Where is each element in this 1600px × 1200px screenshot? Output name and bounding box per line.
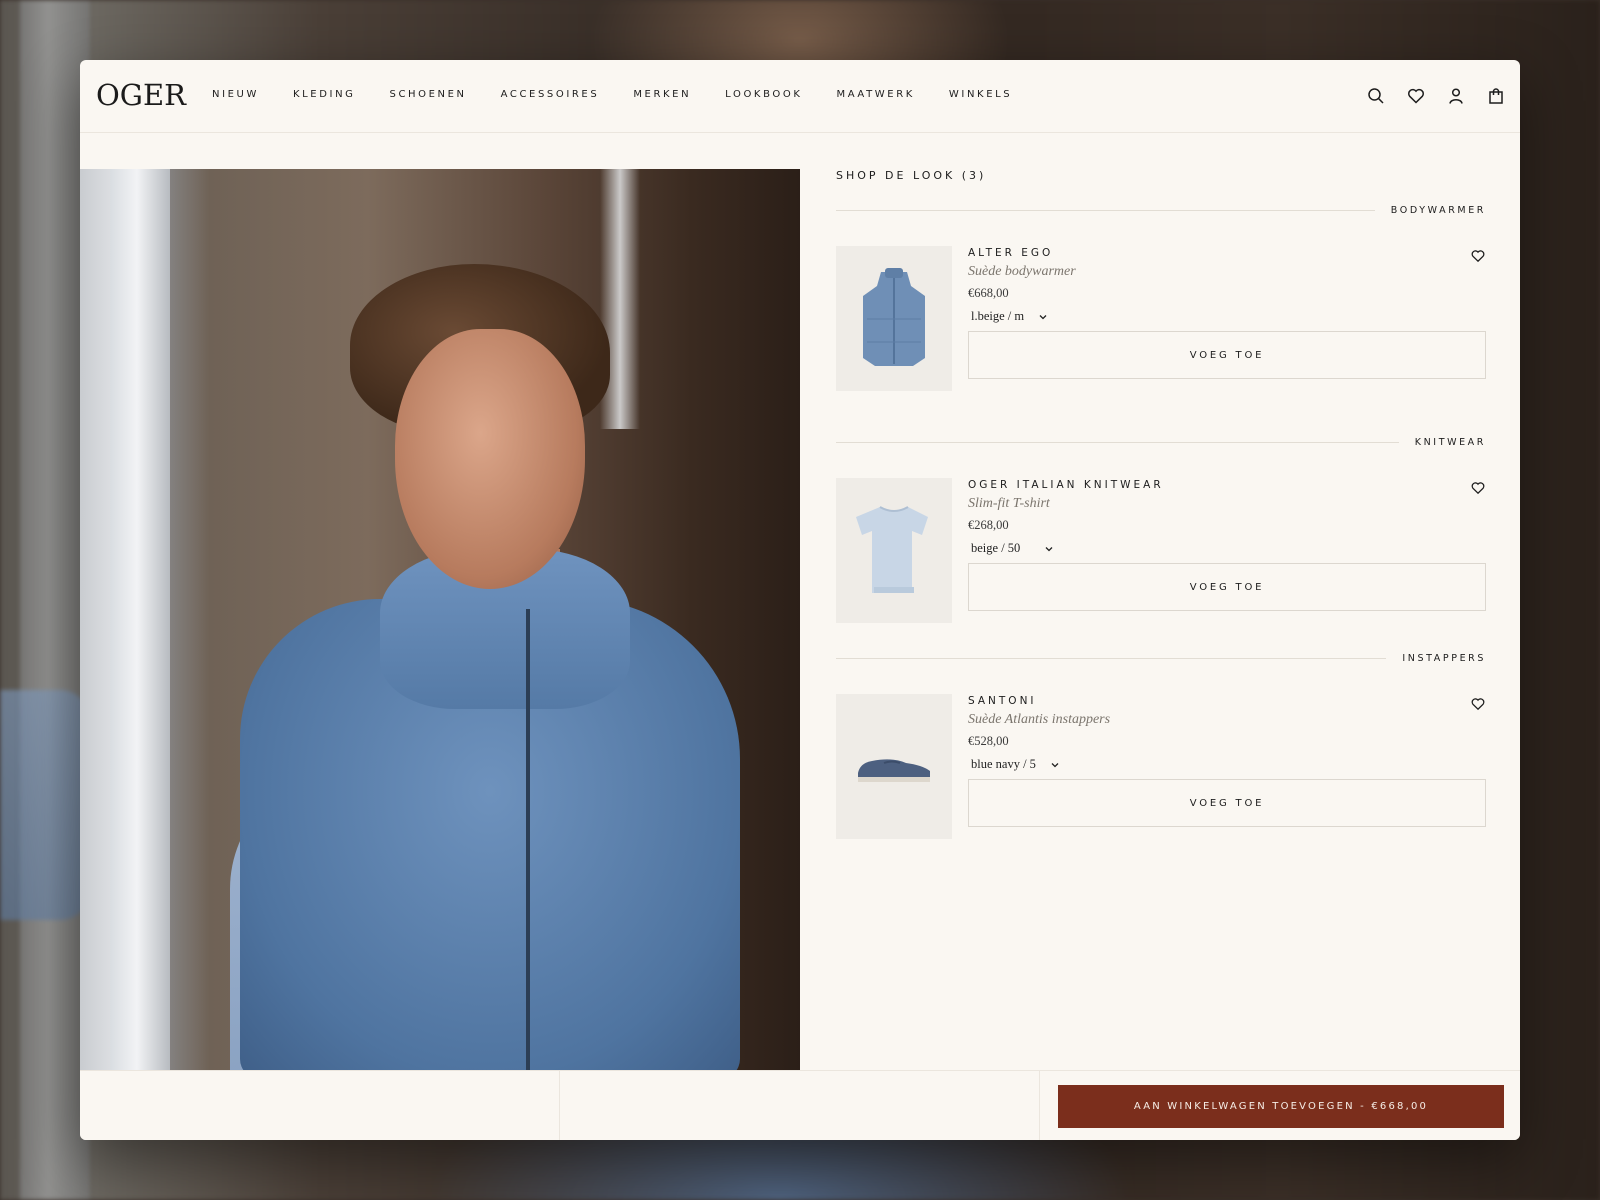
wishlist-heart-icon[interactable] <box>1470 248 1486 264</box>
section-header: BODYWARMER <box>836 204 1486 216</box>
product-name[interactable]: Suède Atlantis instappers <box>968 712 1486 728</box>
product-thumbnail[interactable] <box>836 478 952 623</box>
background-arm <box>0 690 90 920</box>
photo-zip <box>526 609 530 1070</box>
product-thumbnail[interactable] <box>836 694 952 839</box>
product-brand[interactable]: OGER ITALIAN KNITWEAR <box>968 478 1486 492</box>
photo-face <box>395 329 585 589</box>
nav-item-merken[interactable]: MERKEN <box>633 89 691 100</box>
lookbook-photo <box>80 169 800 1070</box>
nav-item-winkels[interactable]: WINKELS <box>949 89 1012 100</box>
divider <box>836 441 1399 443</box>
bodywarmer-image <box>863 267 925 366</box>
main-nav: NIEUW KLEDING SCHOENEN ACCESSOIRES MERKE… <box>212 89 1046 100</box>
bag-icon[interactable] <box>1486 86 1506 106</box>
wishlist-heart-icon[interactable] <box>1470 480 1486 496</box>
product-brand[interactable]: SANTONI <box>968 694 1486 708</box>
variant-select[interactable]: blue navy / 5 <box>968 757 1060 772</box>
product-name[interactable]: Suède bodywarmer <box>968 264 1486 280</box>
footer-divider <box>1039 1071 1040 1140</box>
product-brand[interactable]: ALTER EGO <box>968 246 1486 260</box>
user-icon[interactable] <box>1446 86 1466 106</box>
section-header: KNITWEAR <box>836 436 1486 448</box>
product-card: SANTONI Suède Atlantis instappers €528,0… <box>836 694 1486 840</box>
nav-item-accessoires[interactable]: ACCESSOIRES <box>501 89 600 100</box>
variant-value: l.beige / m <box>971 309 1025 323</box>
product-name[interactable]: Slim-fit T-shirt <box>968 496 1486 512</box>
heart-icon[interactable] <box>1406 86 1426 106</box>
variant-select[interactable]: l.beige / m <box>968 309 1048 324</box>
chevron-down-icon <box>1039 314 1047 319</box>
product-price: €528,00 <box>968 734 1009 748</box>
variant-value: beige / 50 <box>971 541 1021 555</box>
add-to-cart-button[interactable]: VOEG TOE <box>968 779 1486 827</box>
chevron-down-icon <box>1051 762 1059 767</box>
product-thumbnail[interactable] <box>836 246 952 391</box>
loafer-image <box>858 758 930 782</box>
nav-item-nieuw[interactable]: NIEUW <box>212 89 259 100</box>
nav-item-schoenen[interactable]: SCHOENEN <box>390 89 467 100</box>
section-header: INSTAPPERS <box>836 652 1486 664</box>
nav-item-lookbook[interactable]: LOOKBOOK <box>725 89 802 100</box>
product-card: ALTER EGO Suède bodywarmer €668,00 l.bei… <box>836 246 1486 392</box>
section-bodywarmer: BODYWARMER ALTER EGO Suède bodywarmer €6… <box>836 204 1486 392</box>
add-all-to-cart-button[interactable]: AAN WINKELWAGEN TOEVOEGEN - €668,00 <box>1058 1085 1504 1128</box>
product-info: SANTONI Suède Atlantis instappers €528,0… <box>968 694 1486 827</box>
add-to-cart-button[interactable]: VOEG TOE <box>968 331 1486 379</box>
footer-divider <box>559 1071 560 1140</box>
section-category: INSTAPPERS <box>1402 652 1486 664</box>
nav-item-maatwerk[interactable]: MAATWERK <box>836 89 914 100</box>
section-knitwear: KNITWEAR OGER ITALIAN KNITWEAR Slim-fit … <box>836 436 1486 624</box>
shop-the-look-panel: SHOP DE LOOK (3) BODYWARMER ALTER EGO Su… <box>836 169 1486 840</box>
tshirt-image <box>856 505 928 593</box>
product-info: ALTER EGO Suède bodywarmer €668,00 l.bei… <box>968 246 1486 379</box>
divider <box>836 209 1375 211</box>
chevron-down-icon <box>1045 546 1053 551</box>
logo[interactable]: OGER <box>96 78 186 112</box>
section-instappers: INSTAPPERS SANTONI Suède Atlantis instap… <box>836 652 1486 840</box>
variant-value: blue navy / 5 <box>971 757 1036 771</box>
add-to-cart-button[interactable]: VOEG TOE <box>968 563 1486 611</box>
header-icons <box>1366 86 1506 106</box>
wishlist-heart-icon[interactable] <box>1470 696 1486 712</box>
section-category: BODYWARMER <box>1390 204 1486 216</box>
lookbook-window: OGER NIEUW KLEDING SCHOENEN ACCESSOIRES … <box>80 60 1520 1140</box>
product-info: OGER ITALIAN KNITWEAR Slim-fit T-shirt €… <box>968 478 1486 611</box>
product-price: €668,00 <box>968 286 1009 300</box>
search-icon[interactable] <box>1366 86 1386 106</box>
variant-select[interactable]: beige / 50 <box>968 541 1054 556</box>
product-card: OGER ITALIAN KNITWEAR Slim-fit T-shirt €… <box>836 478 1486 624</box>
divider <box>836 657 1387 659</box>
section-category: KNITWEAR <box>1414 436 1486 448</box>
shop-the-look-title: SHOP DE LOOK (3) <box>836 169 987 182</box>
sticky-footer-bar: AAN WINKELWAGEN TOEVOEGEN - €668,00 <box>80 1070 1520 1140</box>
photo-window-frame <box>110 169 170 1070</box>
nav-item-kleding[interactable]: KLEDING <box>293 89 356 100</box>
product-price: €268,00 <box>968 518 1009 532</box>
site-header: OGER NIEUW KLEDING SCHOENEN ACCESSOIRES … <box>80 60 1520 133</box>
